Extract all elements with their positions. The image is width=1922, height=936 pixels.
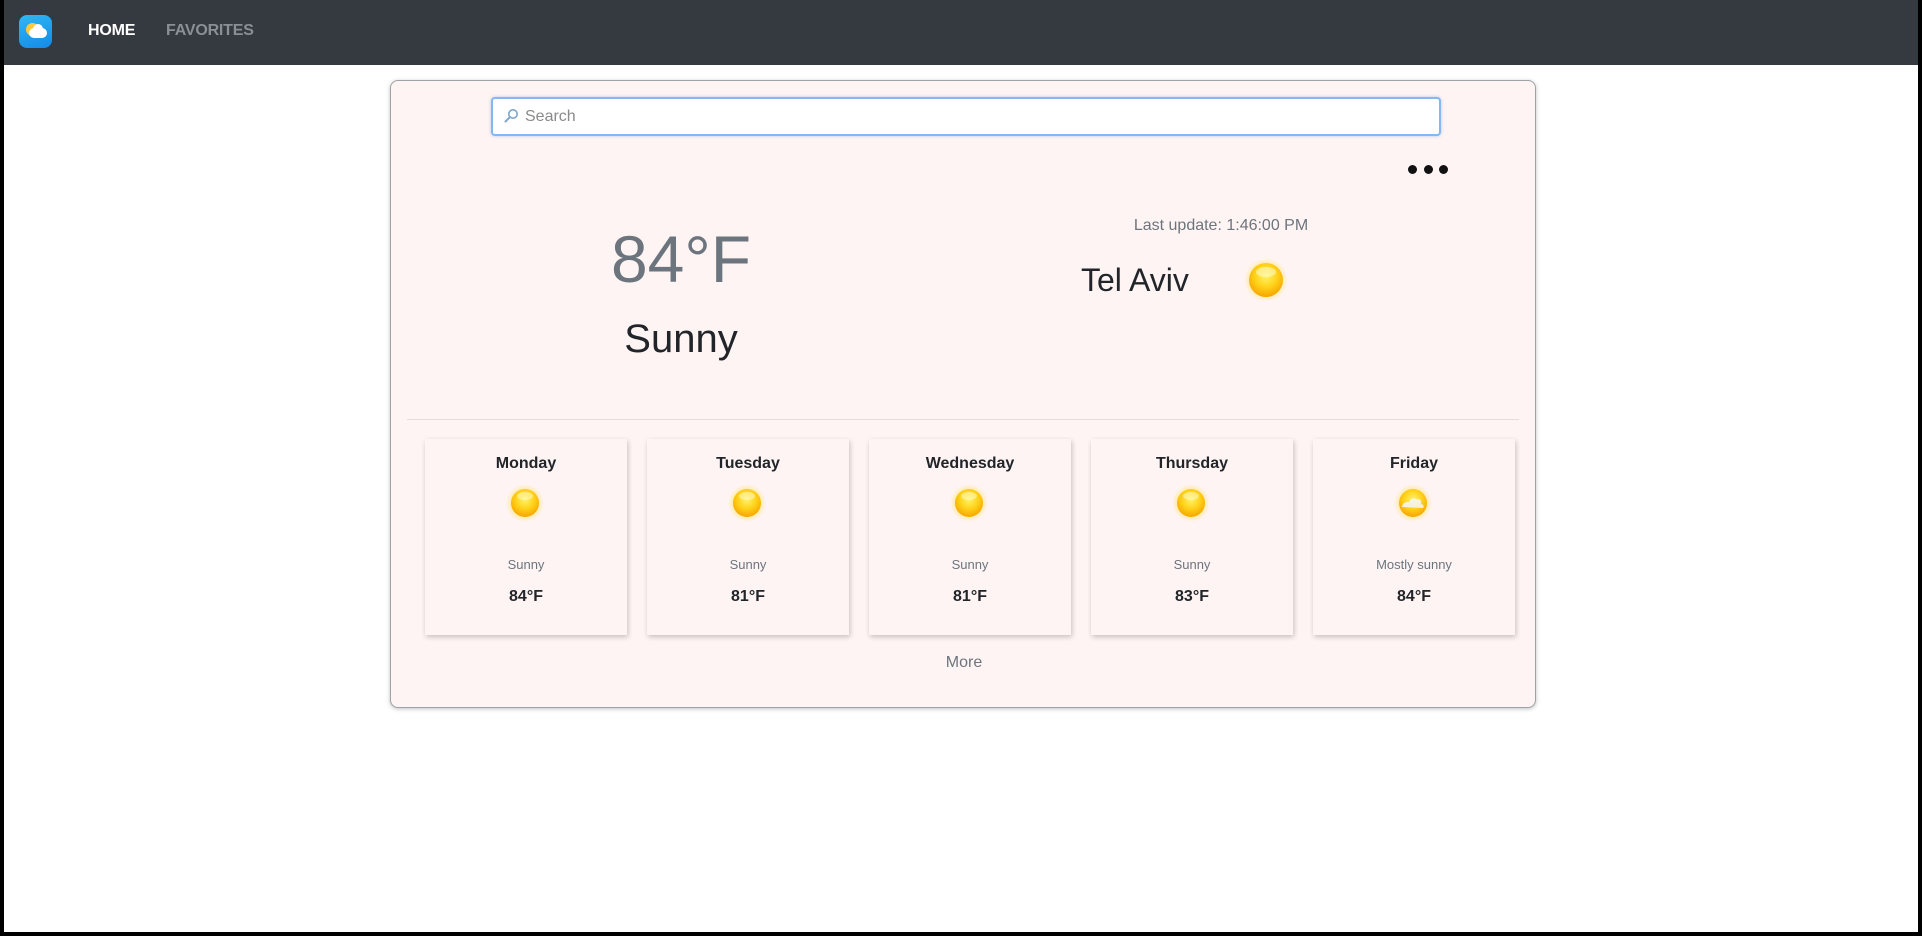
forecast-temperature: 83°F	[1175, 588, 1209, 605]
more-forecast-link[interactable]: More	[911, 654, 1017, 672]
sun-icon	[506, 484, 544, 522]
forecast-card-monday: Monday Sunny 84°F	[425, 439, 627, 635]
sun-icon	[950, 484, 988, 522]
forecast-temperature: 84°F	[509, 588, 543, 605]
weather-app-logo-icon[interactable]	[19, 15, 52, 48]
forecast-card-wednesday: Wednesday Sunny 81°F	[869, 439, 1071, 635]
forecast-day-name: Friday	[1389, 455, 1438, 472]
forecast-condition: Sunny	[951, 557, 989, 572]
mostly-sunny-icon	[1394, 484, 1432, 522]
nav-favorites-link[interactable]: FAVORITES	[166, 22, 254, 40]
forecast-day-name: Monday	[495, 455, 557, 472]
forecast-card-friday: Friday Mostly sunny 84°F	[1313, 439, 1515, 635]
forecast-condition: Mostly sunny	[1376, 557, 1452, 572]
nav-home-link[interactable]: HOME	[88, 22, 135, 40]
section-divider	[407, 419, 1519, 420]
forecast-row: Monday Sunny 84°F Tuesday Sunny 81°F Wed…	[425, 439, 1517, 635]
forecast-temperature: 81°F	[731, 588, 765, 605]
forecast-day-name: Thursday	[1155, 455, 1228, 472]
city-name: Tel Aviv	[1081, 262, 1189, 298]
last-update-text: Last update: 1:46:00 PM	[1133, 217, 1309, 234]
forecast-condition: Sunny	[1173, 557, 1211, 572]
app-viewport: HOME FAVORITES 84°F Sunny Last update: 1…	[4, 0, 1918, 932]
forecast-day-name: Tuesday	[716, 455, 780, 472]
forecast-card-tuesday: Tuesday Sunny 81°F	[647, 439, 849, 635]
more-options-icon[interactable]	[1408, 159, 1448, 179]
search-icon	[504, 109, 518, 123]
search-box[interactable]	[491, 97, 1441, 136]
current-temperature: 84°F	[610, 222, 752, 296]
forecast-day-name: Wednesday	[925, 455, 1015, 472]
weather-card: 84°F Sunny Last update: 1:46:00 PM Tel A…	[390, 80, 1536, 708]
sun-icon	[1172, 484, 1210, 522]
sun-icon	[728, 484, 766, 522]
forecast-temperature: 84°F	[1397, 588, 1431, 605]
top-navbar: HOME FAVORITES	[4, 0, 1918, 65]
sun-icon	[1244, 258, 1288, 302]
current-condition: Sunny	[624, 317, 738, 361]
forecast-condition: Sunny	[507, 557, 545, 572]
forecast-condition: Sunny	[729, 557, 767, 572]
forecast-card-thursday: Thursday Sunny 83°F	[1091, 439, 1293, 635]
search-input[interactable]	[525, 103, 1425, 130]
forecast-temperature: 81°F	[953, 588, 987, 605]
